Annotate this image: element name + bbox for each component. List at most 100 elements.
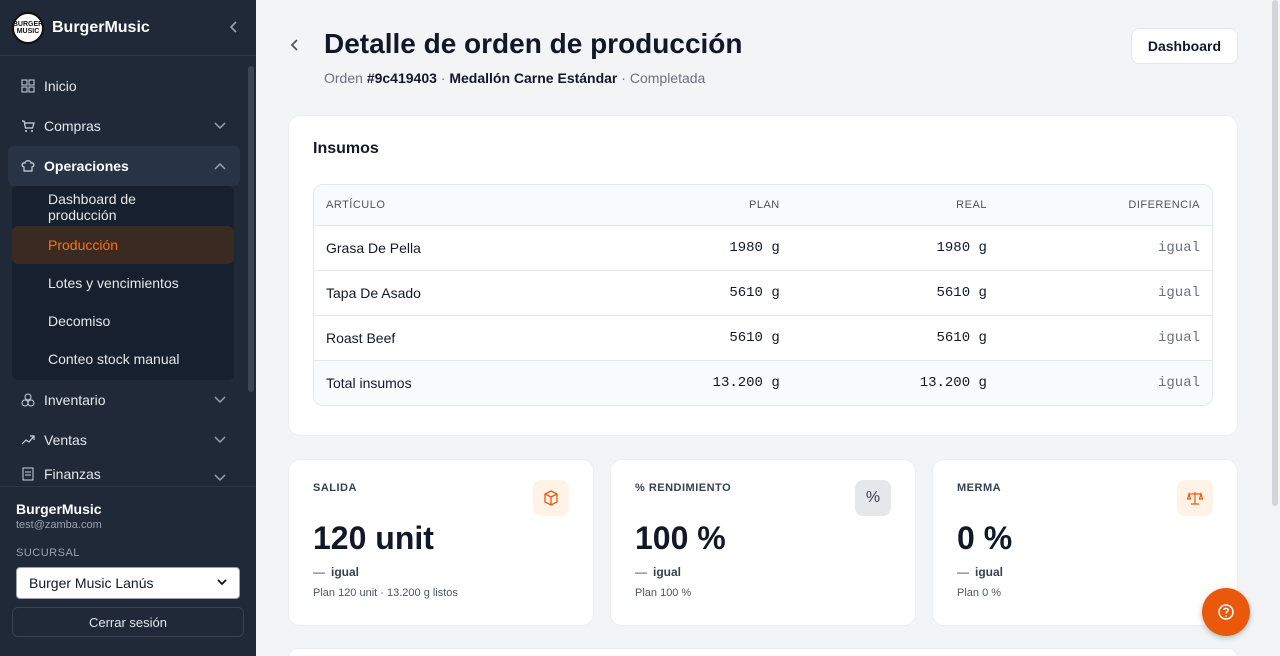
kpi-delta: — igual bbox=[313, 565, 569, 579]
sidebar-item-operaciones[interactable]: Operaciones bbox=[8, 146, 240, 186]
cell-total-diferencia: igual bbox=[1157, 375, 1200, 391]
cell-diferencia: igual bbox=[1157, 285, 1200, 301]
kpi-delta-text: igual bbox=[975, 565, 1004, 579]
insumos-table: ARTÍCULO PLAN REAL DIFERENCIA Grasa De P… bbox=[313, 184, 1213, 406]
chevron-down-icon bbox=[217, 577, 227, 589]
chevron-down-icon bbox=[212, 436, 228, 444]
sidebar-item-ventas[interactable]: Ventas bbox=[8, 420, 240, 460]
sidebar-item-label: Ventas bbox=[44, 432, 87, 448]
branch-select-value: Burger Music Lanús bbox=[29, 575, 154, 591]
sidebar-scrollbar[interactable] bbox=[248, 66, 254, 392]
branch-select[interactable]: Burger Music Lanús bbox=[16, 567, 240, 599]
sidebar-item-compras[interactable]: Compras bbox=[8, 106, 240, 146]
kpi-plan: Plan 100 % bbox=[635, 587, 692, 599]
kpi-delta-text: igual bbox=[653, 565, 682, 579]
sidebar-item-finanzas[interactable]: Finanzas bbox=[8, 460, 240, 482]
operaciones-submenu: Dashboard de producción Producción Lotes… bbox=[12, 186, 234, 380]
cell-plan: 1980 g bbox=[729, 240, 780, 256]
table-row: Roast Beef 5610 g 5610 g igual bbox=[314, 315, 1212, 360]
kpi-value: 120 unit bbox=[313, 520, 434, 556]
cell-total-plan: 13.200 g bbox=[712, 375, 780, 391]
cell-diferencia: igual bbox=[1157, 330, 1200, 346]
grid-icon bbox=[20, 78, 36, 94]
next-card bbox=[288, 648, 1238, 656]
kpi-card-merma: MERMA 0 % — igual Plan 0 % bbox=[932, 459, 1238, 626]
kpi-dash: — bbox=[635, 565, 647, 579]
table-row: Grasa De Pella 1980 g 1980 g igual bbox=[314, 225, 1212, 270]
logout-button[interactable]: Cerrar sesión bbox=[12, 607, 244, 637]
kpi-delta: — igual bbox=[635, 565, 891, 579]
kpi-dash: — bbox=[957, 565, 969, 579]
order-subtitle: Orden #9c419403 · Medallón Carne Estánda… bbox=[324, 70, 705, 86]
collapse-sidebar-icon[interactable] bbox=[224, 20, 244, 36]
col-diferencia: DIFERENCIA bbox=[1128, 199, 1200, 211]
table-total-row: Total insumos 13.200 g 13.200 g igual bbox=[314, 360, 1212, 405]
brand-logo[interactable]: BURGER MUSIC bbox=[12, 11, 44, 44]
chevron-down-icon bbox=[212, 474, 228, 482]
cell-real: 1980 g bbox=[936, 240, 987, 256]
sidebar-item-produccion[interactable]: Producción bbox=[12, 226, 234, 264]
sidebar-item-label: Compras bbox=[44, 118, 101, 134]
cart-icon bbox=[20, 118, 36, 134]
percent-icon: % bbox=[855, 480, 891, 516]
sidebar-item-decomiso[interactable]: Decomiso bbox=[12, 302, 234, 340]
page-title: Detalle de orden de producción bbox=[324, 28, 743, 59]
kpi-value: 0 % bbox=[957, 520, 1013, 556]
kpi-delta: — igual bbox=[957, 565, 1213, 579]
page-scrollbar[interactable] bbox=[1272, 0, 1278, 506]
kpi-plan: Plan 120 unit · 13.200 g listos bbox=[313, 587, 458, 599]
col-plan: PLAN bbox=[749, 199, 780, 211]
cell-real: 5610 g bbox=[936, 285, 987, 301]
order-status: Completada bbox=[629, 70, 706, 86]
cell-plan: 5610 g bbox=[729, 285, 780, 301]
chef-hat-icon bbox=[20, 158, 36, 174]
insumos-title: Insumos bbox=[313, 140, 379, 157]
separator: · bbox=[440, 70, 446, 86]
help-icon bbox=[1218, 604, 1234, 620]
user-email: test@zamba.com bbox=[16, 519, 102, 531]
user-name: BurgerMusic bbox=[16, 501, 102, 517]
chevron-down-icon bbox=[212, 122, 228, 130]
dashboard-button[interactable]: Dashboard bbox=[1130, 28, 1238, 64]
brand-name: BurgerMusic bbox=[52, 18, 150, 36]
kpi-card-rendimiento: % RENDIMIENTO % 100 % — igual Plan 100 % bbox=[610, 459, 916, 626]
sidebar-item-inventario[interactable]: Inventario bbox=[8, 380, 240, 420]
sidebar-item-label: Operaciones bbox=[44, 158, 129, 174]
sidebar-item-inicio[interactable]: Inicio bbox=[8, 66, 240, 106]
table-header: ARTÍCULO PLAN REAL DIFERENCIA bbox=[314, 185, 1212, 225]
help-button[interactable] bbox=[1202, 588, 1250, 636]
cell-articulo: Grasa De Pella bbox=[326, 240, 421, 256]
sidebar-item-lotes[interactable]: Lotes y vencimientos bbox=[12, 264, 234, 302]
cell-articulo: Tapa De Asado bbox=[326, 285, 421, 301]
sidebar-item-dashboard-produccion[interactable]: Dashboard de producción bbox=[12, 188, 234, 226]
chevron-down-icon bbox=[212, 396, 228, 404]
table-row: Tapa De Asado 5610 g 5610 g igual bbox=[314, 270, 1212, 315]
box-icon bbox=[533, 480, 569, 516]
kpi-dash: — bbox=[313, 565, 325, 579]
sidebar-footer: BurgerMusic test@zamba.com SUCURSAL Burg… bbox=[0, 486, 256, 656]
col-articulo: ARTÍCULO bbox=[326, 199, 386, 211]
kpi-value: 100 % bbox=[635, 520, 726, 556]
separator: · bbox=[621, 70, 626, 86]
sidebar-item-label: Inventario bbox=[44, 392, 106, 408]
brand-header: BURGER MUSIC BurgerMusic bbox=[0, 0, 256, 56]
kpi-card-salida: SALIDA 120 unit — igual Plan 120 unit · 1… bbox=[288, 459, 594, 626]
back-arrow-icon[interactable] bbox=[290, 36, 300, 57]
scale-icon bbox=[1177, 480, 1213, 516]
order-id: #9c419403 bbox=[366, 70, 437, 86]
kpi-plan: Plan 0 % bbox=[957, 587, 1002, 599]
kpi-label: % RENDIMIENTO bbox=[635, 482, 732, 494]
sidebar: BURGER MUSIC BurgerMusic Inicio Compras O… bbox=[0, 0, 256, 656]
chevron-up-icon bbox=[212, 162, 228, 170]
kpi-label: MERMA bbox=[957, 482, 1002, 494]
sidebar-item-conteo[interactable]: Conteo stock manual bbox=[12, 340, 234, 378]
sidebar-item-label: Finanzas bbox=[44, 466, 101, 482]
cell-total-label: Total insumos bbox=[326, 375, 412, 391]
main-content: Detalle de orden de producción Orden #9c… bbox=[256, 0, 1280, 656]
col-real: REAL bbox=[956, 199, 987, 211]
cell-diferencia: igual bbox=[1157, 240, 1200, 256]
cell-plan: 5610 g bbox=[729, 330, 780, 346]
trending-up-icon bbox=[20, 432, 36, 448]
order-product: Medallón Carne Estándar bbox=[449, 70, 618, 86]
receipt-icon bbox=[20, 466, 36, 482]
